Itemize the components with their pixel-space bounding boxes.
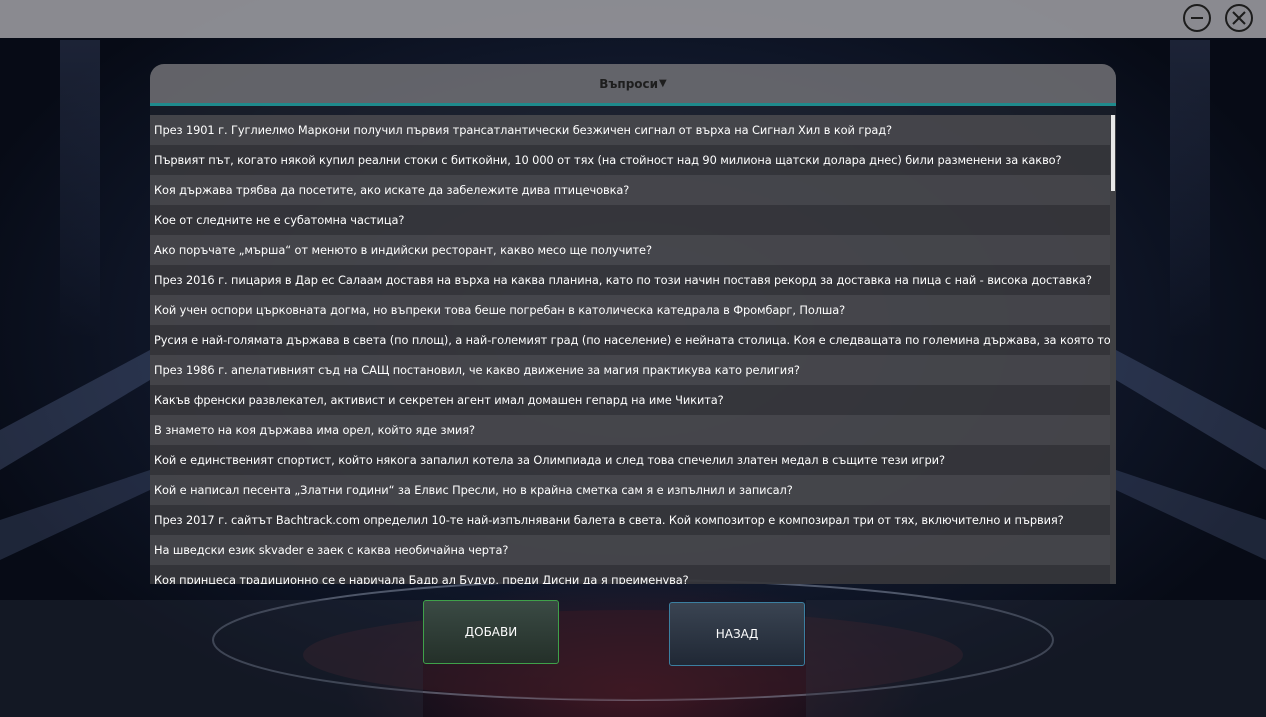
table-row[interactable]: През 1901 г. Гуглиелмо Маркони получил п…	[150, 115, 1110, 145]
table-row[interactable]: Какъв френски развлекател, активист и се…	[150, 385, 1110, 415]
table-row[interactable]: Коя държава трябва да посетите, ако иска…	[150, 175, 1110, 205]
minimize-button[interactable]	[1183, 4, 1211, 32]
table-row[interactable]: Кой е единственият спортист, който няког…	[150, 445, 1110, 475]
scrollbar-thumb[interactable]	[1111, 115, 1115, 191]
vertical-scrollbar[interactable]	[1110, 115, 1116, 584]
back-button[interactable]: НАЗАД	[669, 602, 805, 666]
column-header-label: Въпроси	[599, 76, 659, 91]
close-button[interactable]	[1225, 4, 1253, 32]
table-row[interactable]: Ако поръчате „мърша“ от менюто в индийск…	[150, 235, 1110, 265]
table-body: През 1901 г. Гуглиелмо Маркони получил п…	[150, 115, 1110, 584]
table-row[interactable]: Кое от следните не е субатомна частица?	[150, 205, 1110, 235]
header-spacer	[150, 106, 1116, 115]
table-row[interactable]: Първият път, когато някой купил реални с…	[150, 145, 1110, 175]
column-header-questions[interactable]: Въпроси ▼	[150, 64, 1116, 106]
minimize-icon	[1191, 17, 1203, 19]
table-row[interactable]: В знамето на коя държава има орел, който…	[150, 415, 1110, 445]
questions-table: Въпроси ▼ През 1901 г. Гуглиелмо Маркони …	[150, 64, 1116, 584]
table-row[interactable]: През 1986 г. апелативният съд на САЩ пос…	[150, 355, 1110, 385]
close-icon	[1232, 11, 1246, 25]
table-row[interactable]: Кой учен оспори църковната догма, но въп…	[150, 295, 1110, 325]
table-row[interactable]: През 2016 г. пицария в Дар ес Салаам дос…	[150, 265, 1110, 295]
add-button[interactable]: ДОБАВИ	[423, 600, 559, 664]
table-row[interactable]: На шведски език skvader е заек с каква н…	[150, 535, 1110, 565]
sort-descending-icon: ▼	[659, 78, 667, 89]
table-row[interactable]: Коя принцеса традиционно се е наричала Б…	[150, 565, 1110, 584]
title-bar	[0, 0, 1266, 38]
table-row[interactable]: През 2017 г. сайтът Bachtrack.com опреде…	[150, 505, 1110, 535]
table-row[interactable]: Русия е най-голямата държава в света (по…	[150, 325, 1110, 355]
table-row[interactable]: Кой е написал песента „Златни години“ за…	[150, 475, 1110, 505]
